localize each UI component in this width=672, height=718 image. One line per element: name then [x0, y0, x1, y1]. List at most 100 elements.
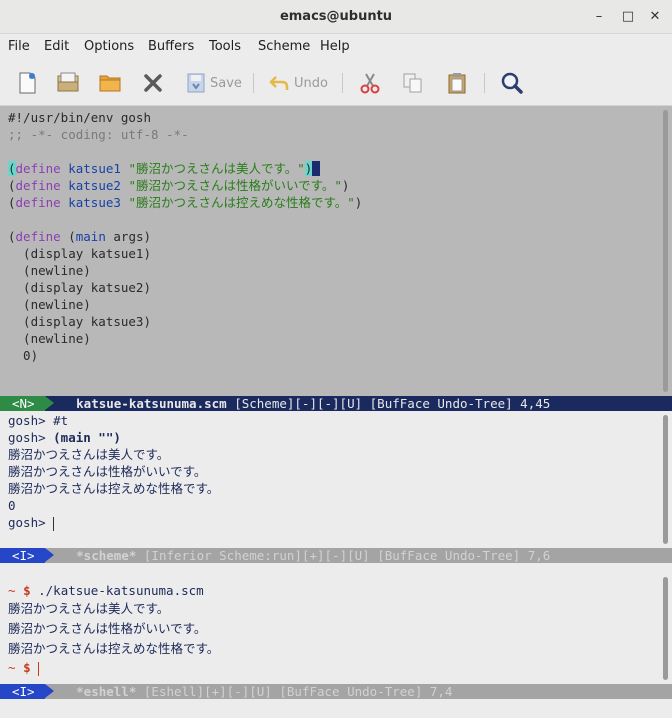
- paste-button[interactable]: [446, 70, 468, 96]
- keyword: define: [15, 195, 61, 210]
- string-literal: "勝沼かつえさんは性格がいいです。": [128, 178, 342, 193]
- editor-scrollbar[interactable]: [660, 106, 672, 396]
- repl-prompt: gosh>: [8, 430, 54, 445]
- new-file-button[interactable]: [16, 70, 38, 96]
- buffer-name[interactable]: *scheme*: [76, 548, 136, 563]
- keyword: define: [15, 161, 61, 176]
- mode-info: [Inferior Scheme:run][+][-][U] [BufFace …: [136, 548, 551, 563]
- maximize-button[interactable]: □: [619, 8, 637, 26]
- repl-line: 勝沼かつえさんは美人です。: [0, 446, 660, 463]
- buffer-name[interactable]: katsue-katsunuma.scm: [76, 396, 227, 411]
- toolbar: Save Undo: [0, 60, 672, 106]
- scrollbar-thumb[interactable]: [663, 110, 668, 392]
- open-directory-icon: [57, 72, 79, 92]
- string-literal: "勝沼かつえさんは美人です。": [128, 161, 305, 176]
- eshell-line: ~ $: [0, 659, 660, 676]
- eshell-line: 勝沼かつえさんは控えめな性格です。: [0, 639, 660, 659]
- close-window-button[interactable]: ✕: [646, 8, 664, 26]
- menu-buffers[interactable]: Buffers: [148, 39, 194, 54]
- eshell-command: ./katsue-katsunuma.scm: [38, 583, 204, 598]
- code-line: (newline): [8, 331, 91, 346]
- open-folder-button[interactable]: [98, 70, 122, 96]
- search-icon: [501, 72, 523, 94]
- repl-text: #t: [53, 413, 69, 428]
- undo-label: Undo: [294, 75, 328, 91]
- menu-tools[interactable]: Tools: [209, 39, 241, 54]
- eshell-line: 勝沼かつえさんは美人です。: [0, 599, 660, 619]
- eshell-scrollbar[interactable]: [660, 575, 672, 684]
- open-directory-button[interactable]: [56, 70, 80, 96]
- text-cursor: [38, 661, 40, 676]
- undo-icon: [269, 76, 289, 90]
- eshell-prompt: $: [23, 583, 31, 598]
- toolbar-separator: [253, 73, 254, 93]
- save-label: Save: [210, 75, 242, 91]
- scrollbar-thumb[interactable]: [663, 415, 668, 544]
- window-title: emacs@ubuntu: [279, 9, 393, 24]
- repl-output: 勝沼かつえさんは控えめな性格です。: [8, 481, 220, 496]
- eshell-line: 勝沼かつえさんは性格がいいです。: [0, 619, 660, 639]
- cut-button[interactable]: [358, 70, 382, 96]
- scheme-repl-pane[interactable]: gosh> #t gosh> (main "") 勝沼かつえさんは美人です。 勝…: [0, 411, 660, 548]
- code-line: (define katsue2 "勝沼かつえさんは性格がいいです。"): [8, 178, 350, 193]
- keyword: define: [15, 229, 61, 244]
- copy-button[interactable]: [402, 70, 424, 96]
- scrollbar-thumb[interactable]: [663, 577, 668, 680]
- eshell-line: ~ $ ./katsue-katsunuma.scm: [0, 582, 660, 599]
- paste-icon: [448, 73, 466, 94]
- menu-options[interactable]: Options: [84, 39, 134, 54]
- function-name: main: [75, 229, 106, 244]
- code-line: (display katsue3): [8, 314, 151, 329]
- comment-line: ;; -*- coding: utf-8 -*-: [8, 127, 189, 142]
- keyword: define: [15, 178, 61, 193]
- menu-file[interactable]: File: [8, 39, 30, 54]
- code-line: (display katsue2): [8, 280, 151, 295]
- argument-name: args: [113, 229, 144, 244]
- buffer-name[interactable]: *eshell*: [76, 684, 136, 699]
- code-line: (newline): [8, 263, 91, 278]
- text-cursor: ​: [312, 161, 320, 176]
- eshell-output: 勝沼かつえさんは控えめな性格です。: [8, 641, 220, 656]
- undo-button[interactable]: Undo: [268, 70, 328, 96]
- code-line: (define (main args): [8, 229, 152, 244]
- toolbar-separator: [484, 73, 485, 93]
- code-line: (define katsue1 "勝沼かつえさんは美人です。")​: [8, 161, 320, 176]
- editor-pane[interactable]: #!/usr/bin/env gosh ;; -*- coding: utf-8…: [0, 106, 660, 396]
- text-cursor: [53, 516, 55, 531]
- variable-name: katsue2: [68, 178, 121, 193]
- repl-output: 0: [8, 498, 16, 513]
- echo-area: [0, 699, 672, 718]
- eshell-cwd: ~: [8, 660, 16, 675]
- open-folder-icon: [99, 75, 121, 92]
- editor-mode-line: <N> katsue-katsunuma.scm [Scheme][-][-][…: [0, 396, 672, 411]
- cut-icon: [360, 73, 380, 94]
- close-buffer-button[interactable]: [142, 70, 164, 96]
- eshell-pane[interactable]: ~ $ ./katsue-katsunuma.scm 勝沼かつえさんは美人です。…: [0, 563, 660, 684]
- repl-line: 0: [0, 497, 660, 514]
- variable-name: katsue1: [68, 161, 121, 176]
- close-buffer-icon: [144, 74, 162, 92]
- menu-scheme[interactable]: Scheme: [258, 39, 310, 54]
- repl-input: (main ""): [53, 430, 121, 445]
- menu-bar: File Edit Options Buffers Tools Scheme H…: [0, 34, 672, 60]
- minimize-button[interactable]: –: [590, 8, 608, 26]
- code-line: 0): [8, 348, 39, 363]
- eshell-mode-line: <I> *eshell* [Eshell][+][-][U] [BufFace …: [0, 684, 672, 699]
- search-button[interactable]: [500, 70, 524, 96]
- menu-help[interactable]: Help: [320, 39, 350, 54]
- repl-scrollbar[interactable]: [660, 411, 672, 548]
- evil-state-badge: <I>: [0, 684, 45, 699]
- code-line: ;; -*- coding: utf-8 -*-: [0, 126, 660, 143]
- menu-edit[interactable]: Edit: [44, 39, 69, 54]
- eshell-cwd: ~: [8, 583, 16, 598]
- save-button[interactable]: Save: [186, 70, 242, 96]
- copy-icon: [403, 73, 422, 93]
- evil-state-badge: <N>: [0, 396, 45, 411]
- repl-line: gosh>: [0, 514, 660, 531]
- string-literal: "勝沼かつえさんは控えめな性格です。": [128, 195, 355, 210]
- title-bar: emacs@ubuntu – □ ✕: [0, 0, 672, 34]
- repl-line: gosh> (main ""): [0, 429, 660, 446]
- evil-state-badge: <I>: [0, 548, 45, 563]
- repl-line: 勝沼かつえさんは性格がいいです。: [0, 463, 660, 480]
